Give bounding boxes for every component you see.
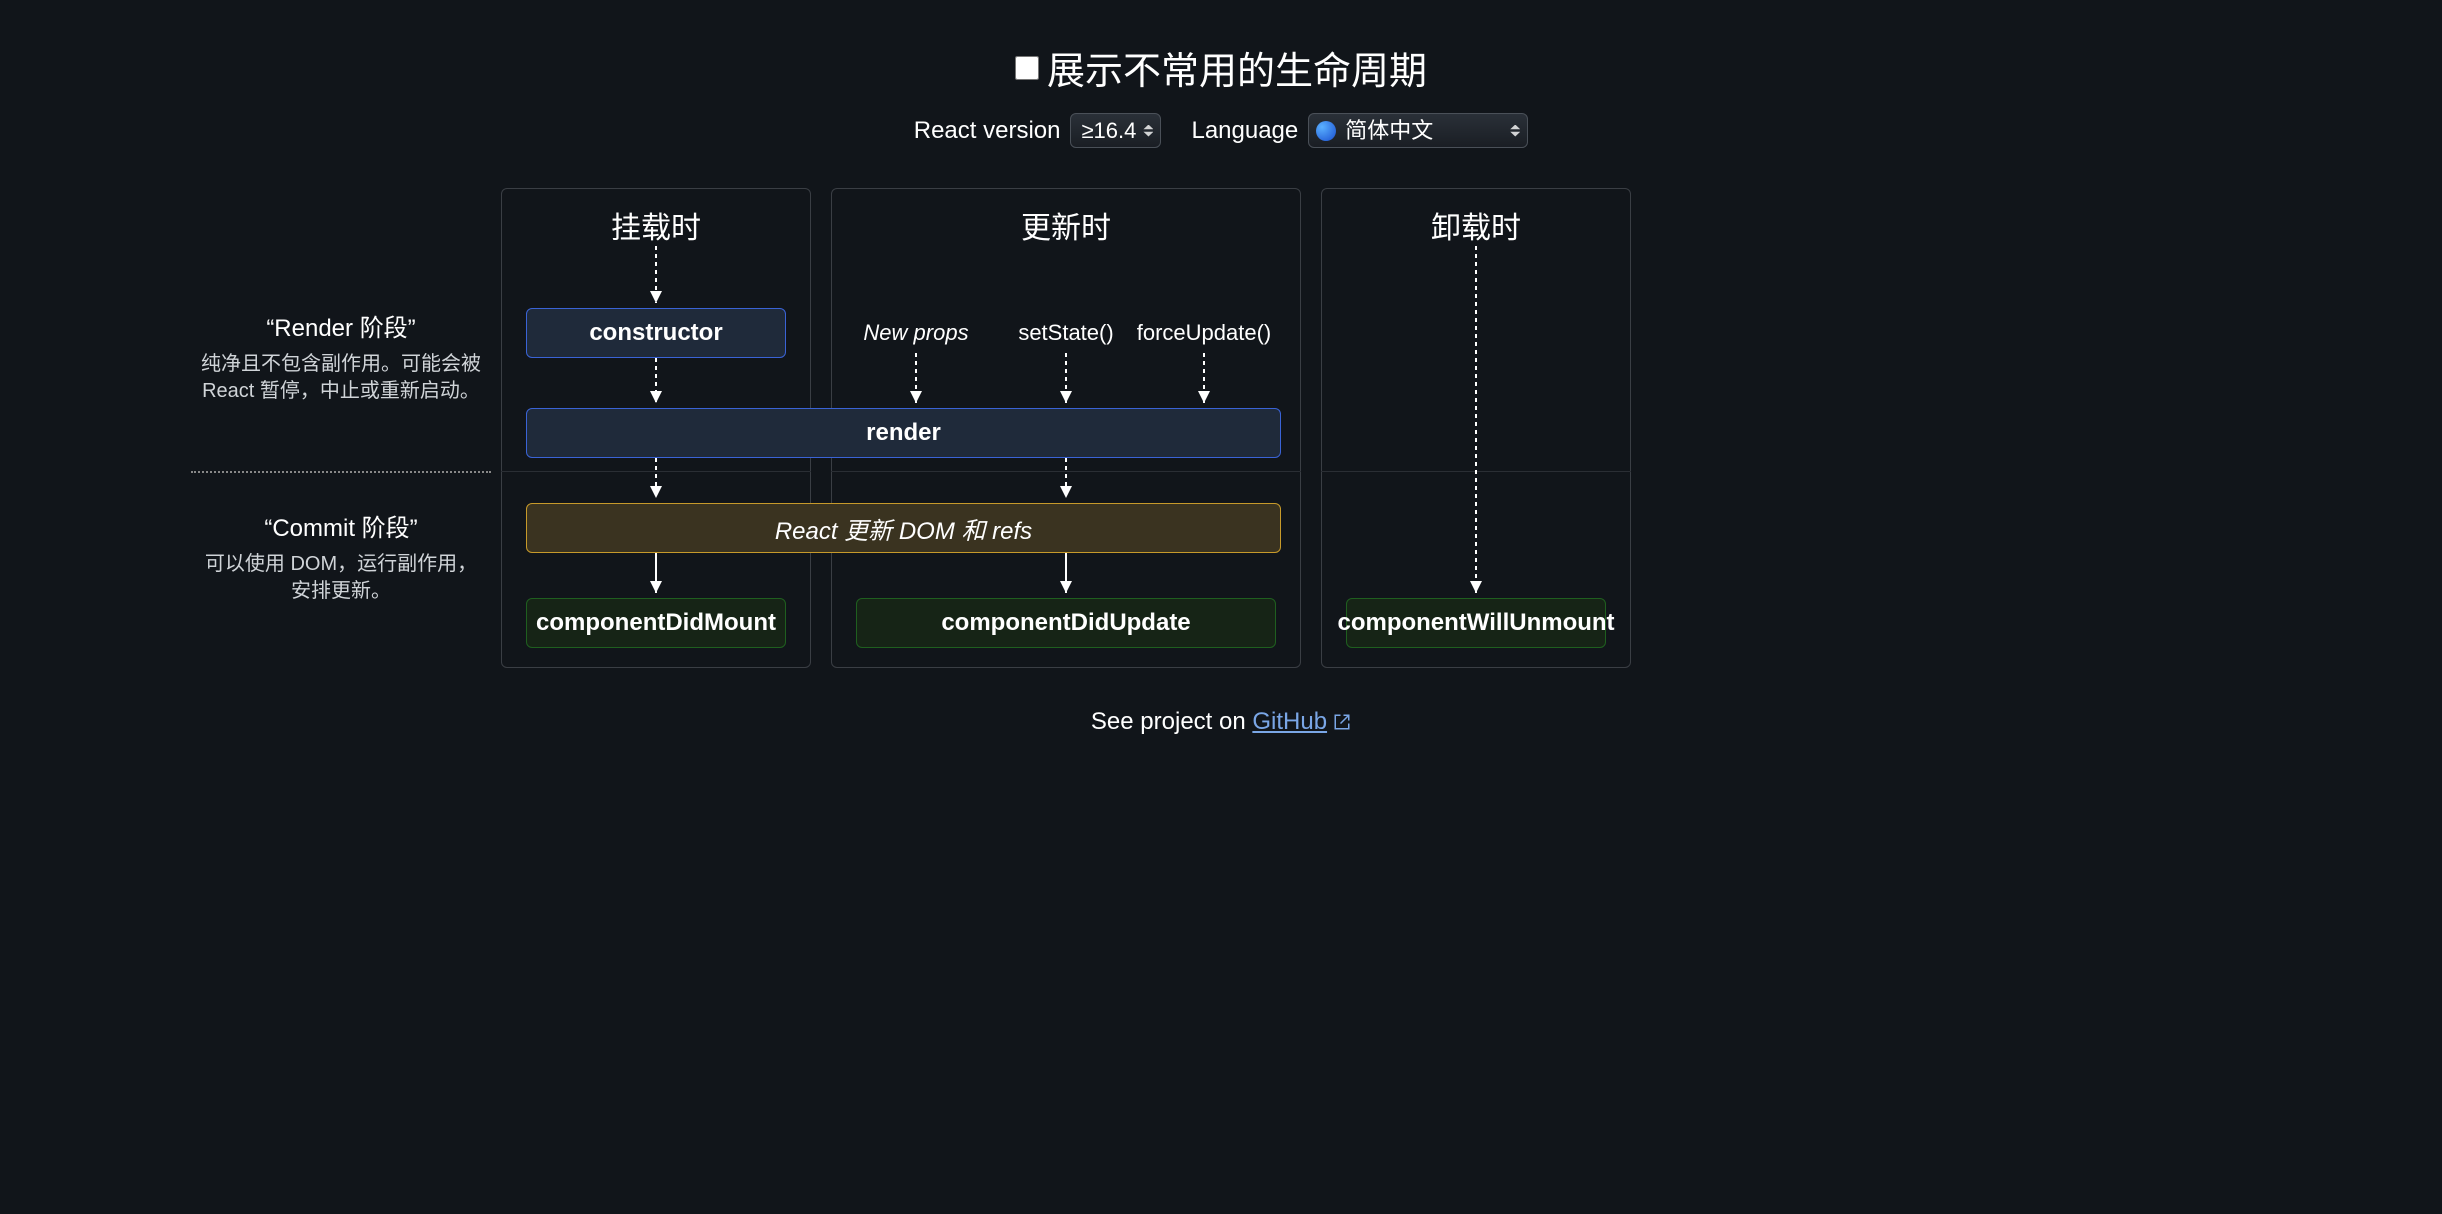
phase-render-desc: 纯净且不包含副作用。可能会被 React 暂停，中止或重新启动。: [201, 351, 481, 405]
page-title: 展示不常用的生命周期: [1047, 40, 1427, 95]
language-select[interactable]: 简体中文: [1308, 113, 1528, 148]
phase-commit-desc: 可以使用 DOM，运行副作用，安排更新。: [201, 551, 481, 605]
language-control: Language 简体中文: [1191, 113, 1528, 148]
node-willunmount[interactable]: componentWillUnmount: [1346, 598, 1606, 648]
title-row: 展示不常用的生命周期: [0, 40, 2442, 95]
col-mount-divider: [501, 471, 811, 472]
phase-render-label: “Render 阶段” 纯净且不包含副作用。可能会被 React 暂停，中止或重…: [201, 308, 481, 405]
trigger-setstate: setState(): [986, 320, 1146, 346]
lifecycle-diagram: “Render 阶段” 纯净且不包含副作用。可能会被 React 暂停，中止或重…: [501, 188, 1941, 668]
github-link[interactable]: GitHub: [1252, 708, 1351, 735]
node-constructor[interactable]: constructor: [526, 308, 786, 358]
node-render[interactable]: render: [526, 408, 1281, 458]
node-didupdate[interactable]: componentDidUpdate: [856, 598, 1276, 648]
column-update-title: 更新时: [832, 189, 1300, 247]
controls-row: React version ≥16.4 Language 简体中文: [0, 113, 2442, 148]
footer-prefix: See project on: [1091, 708, 1252, 735]
external-link-icon: [1333, 713, 1351, 731]
node-dom-update: React 更新 DOM 和 refs: [526, 503, 1281, 553]
trigger-newprops: New props: [836, 320, 996, 346]
language-label: Language: [1191, 117, 1298, 145]
col-unmount-divider: [1321, 471, 1631, 472]
column-unmount-title: 卸载时: [1322, 189, 1630, 247]
version-select[interactable]: ≥16.4: [1070, 113, 1161, 148]
phase-render-title: “Render 阶段”: [201, 308, 481, 343]
version-control: React version ≥16.4: [914, 113, 1162, 148]
phase-commit-title: “Commit 阶段”: [201, 508, 481, 543]
column-unmount: 卸载时: [1321, 188, 1631, 668]
phase-commit-label: “Commit 阶段” 可以使用 DOM，运行副作用，安排更新。: [201, 508, 481, 605]
node-didmount[interactable]: componentDidMount: [526, 598, 786, 648]
col-update-divider: [831, 471, 1301, 472]
show-uncommon-checkbox[interactable]: [1015, 56, 1039, 80]
header: 展示不常用的生命周期 React version ≥16.4 Language …: [0, 40, 2442, 148]
trigger-forceupdate: forceUpdate(): [1124, 320, 1284, 346]
version-label: React version: [914, 117, 1061, 145]
phase-divider-dotted: [191, 471, 491, 473]
footer: See project on GitHub: [0, 708, 2442, 736]
column-mount-title: 挂载时: [502, 189, 810, 247]
